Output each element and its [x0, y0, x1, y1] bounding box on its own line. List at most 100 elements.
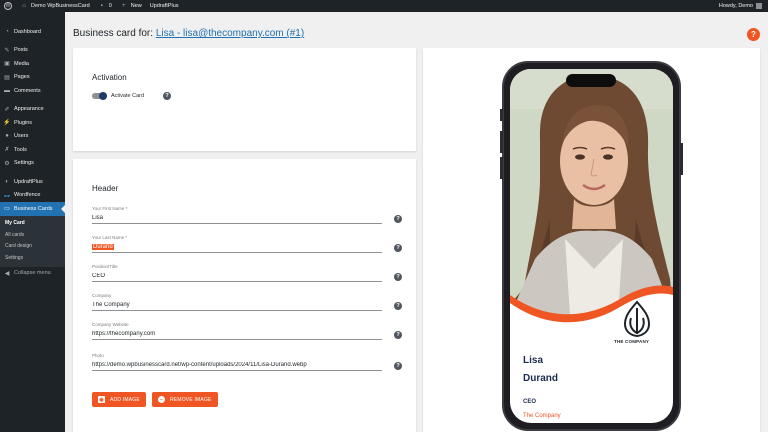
position-input[interactable]: CEO [92, 273, 382, 282]
photo-label: Photo [92, 353, 104, 358]
help-question-icon[interactable]: ? [394, 273, 402, 281]
activation-heading: Activation [92, 73, 127, 82]
avatar [756, 3, 762, 9]
new-content-link[interactable]: + New [120, 3, 142, 9]
preview-title: CEO [523, 399, 537, 405]
sidebar-item-tools[interactable]: ✗ Tools [0, 143, 65, 157]
first-name-label: Your First Name * [92, 206, 128, 211]
company-label: Company [92, 293, 112, 298]
phone-screen: THE COMPANY Lisa Durand CEO The Company [510, 69, 673, 423]
last-name-field: Your Last Name * Durand ? [92, 235, 402, 253]
sidebar-item-comments[interactable]: ▬ Comments [0, 84, 65, 98]
sidebar-item-label: Settings [14, 160, 34, 167]
last-name-selected-text: Durand [92, 244, 114, 250]
position-field: Position/Title CEO ? [92, 264, 402, 282]
last-name-label: Your Last Name * [92, 235, 128, 240]
add-image-button[interactable]: ◉ ADD IMAGE [92, 392, 146, 407]
help-question-icon[interactable]: ? [394, 362, 402, 370]
first-name-input[interactable]: Lisa [92, 215, 382, 224]
company-input[interactable]: The Company [92, 302, 382, 311]
company-logo-text: THE COMPANY [614, 339, 650, 344]
comments-link[interactable]: ▪ 0 [98, 3, 112, 9]
sidebar-item-plugins[interactable]: ⚡ Plugins [0, 116, 65, 130]
settings-icon: ⚙ [4, 160, 10, 167]
comment-bubble-icon: ▪ [100, 3, 103, 9]
minus-circle-icon: − [158, 396, 165, 403]
company-website-label: Company Website [92, 322, 129, 327]
remove-image-label: REMOVE IMAGE [170, 396, 212, 403]
sidebar-item-label: Wordfence [14, 192, 41, 199]
wrench-icon: ✗ [4, 147, 10, 154]
page-title-prefix: Business card for: [73, 28, 154, 39]
dashboard-icon: ◔ [5, 28, 9, 35]
wordfence-icon: ▰▰ [3, 192, 11, 198]
plus-icon: + [121, 3, 126, 9]
card-icon: ▭ [4, 206, 10, 213]
activate-card-toggle[interactable] [92, 91, 107, 100]
sidebar-item-media[interactable]: ▣ Media [0, 57, 65, 71]
header-card: Header Your First Name * Lisa ? Your Las… [73, 159, 416, 432]
company-website-field: Company Website https://thecompany.com ? [92, 322, 402, 340]
submenu-item-all-cards[interactable]: All cards [0, 229, 65, 241]
sidebar-item-label: Pages [14, 74, 30, 81]
sidebar-item-updraftplus[interactable]: ◐ UpdraftPlus [0, 175, 65, 189]
sidebar-item-label: Users [14, 133, 29, 140]
brush-icon: ✐ [4, 106, 10, 113]
my-account-link[interactable]: Howdy, Demo [719, 3, 762, 9]
help-button[interactable]: ? [747, 28, 760, 41]
toggle-knob [99, 91, 107, 100]
activation-card: Activation Activate Card ? [73, 48, 416, 151]
help-question-icon[interactable]: ? [394, 331, 402, 339]
submenu-item-settings[interactable]: Settings [0, 252, 65, 264]
activate-card-label: Activate Card [111, 93, 145, 99]
activation-toggle-row: Activate Card ? [92, 91, 172, 100]
submenu-item-my-card[interactable]: My Card [0, 218, 65, 230]
help-question-icon[interactable]: ? [163, 92, 172, 100]
admin-sidebar: ◔ Dashboard ✎ Posts ▣ Media ▤ Pages ▬ Comment… [0, 12, 65, 432]
sidebar-item-wordfence[interactable]: ▰▰ Wordfence [0, 189, 65, 203]
sidebar-item-label: Comments [14, 87, 41, 94]
phone-side-button [500, 131, 503, 153]
site-name-link[interactable]: ⌂ Demo WpBusinessCard [20, 3, 90, 9]
remove-image-button[interactable]: − REMOVE IMAGE [152, 392, 218, 407]
help-question-icon[interactable]: ? [394, 244, 402, 252]
photo-url-input[interactable]: https://demo.wpbusinesscard.net/wp-conte… [92, 362, 382, 371]
help-question-icon[interactable]: ? [394, 302, 402, 310]
sidebar-item-business-cards[interactable]: ▭ Business Cards [0, 202, 65, 216]
add-image-label: ADD IMAGE [110, 396, 140, 403]
sidebar-item-posts[interactable]: ✎ Posts [0, 44, 65, 58]
pages-icon: ▤ [4, 74, 10, 81]
submenu-item-card-design[interactable]: Card design [0, 241, 65, 253]
phone-side-button [680, 143, 683, 175]
business-cards-submenu: My Card All cards Card design Settings [0, 215, 65, 267]
help-question-icon[interactable]: ? [394, 215, 402, 223]
phone-preview: THE COMPANY Lisa Durand CEO The Company [500, 61, 683, 431]
company-website-input[interactable]: https://thecompany.com [92, 331, 382, 340]
sidebar-item-users[interactable]: ● Users [0, 130, 65, 144]
company-field: Company The Company ? [92, 293, 402, 311]
phone-side-button [500, 109, 503, 121]
pin-icon: ✎ [4, 47, 10, 54]
camera-icon: ◉ [98, 396, 105, 403]
sidebar-item-dashboard[interactable]: ◔ Dashboard [0, 25, 65, 39]
wordpress-logo-icon[interactable]: W [4, 2, 12, 10]
sidebar-item-appearance[interactable]: ✐ Appearance [0, 103, 65, 117]
new-label: New [130, 3, 142, 9]
sidebar-item-pages[interactable]: ▤ Pages [0, 71, 65, 85]
updraftplus-link[interactable]: UpdraftPlus [150, 3, 179, 9]
sidebar-item-label: Tools [14, 146, 27, 153]
first-name-field: Your First Name * Lisa ? [92, 206, 402, 224]
card-owner-link[interactable]: Lisa - lisa@thecompany.com (#1) [156, 28, 304, 39]
sidebar-item-label: Business Cards [14, 205, 53, 212]
sidebar-item-settings[interactable]: ⚙ Settings [0, 157, 65, 171]
admin-bar: W ⌂ Demo WpBusinessCard ▪ 0 + New UpdraftPl… [0, 0, 768, 12]
collapse-menu-button[interactable]: ◀ Collapse menu [0, 267, 65, 281]
page-title: Business card for: Lisa - lisa@thecompan… [73, 28, 304, 39]
collapse-menu-label: Collapse menu [14, 270, 51, 277]
position-label: Position/Title [92, 264, 118, 269]
home-icon: ⌂ [22, 3, 26, 9]
photo-field: Photo https://demo.wpbusinesscard.net/wp… [92, 353, 402, 371]
phone-notch [566, 74, 616, 87]
plugin-icon: ⚡ [3, 120, 11, 127]
last-name-input[interactable]: Durand [92, 244, 382, 253]
